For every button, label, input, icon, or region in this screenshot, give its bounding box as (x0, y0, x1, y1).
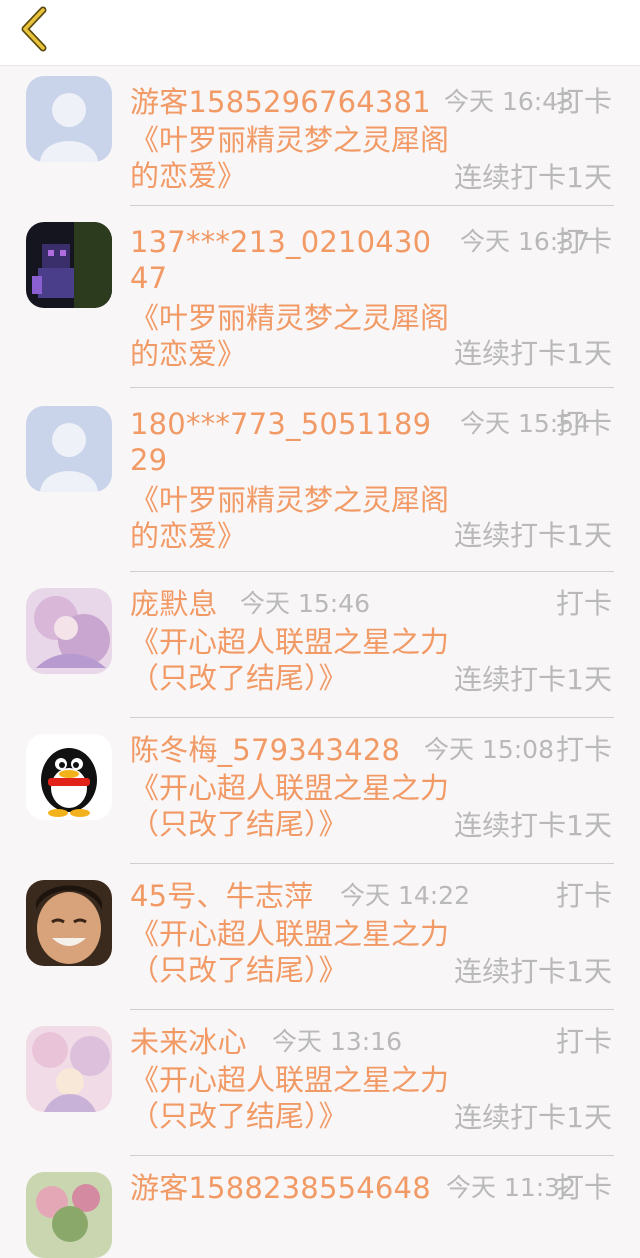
top-bar (0, 0, 640, 66)
checkin-label[interactable]: 打卡 (556, 1024, 612, 1060)
checkin-label[interactable]: 打卡 (556, 84, 612, 120)
streak-label: 连续打卡1天 (454, 663, 612, 696)
anime-girl-avatar[interactable] (26, 588, 112, 674)
checkin-label[interactable]: 打卡 (556, 732, 612, 768)
flower-avatar[interactable] (26, 1172, 112, 1258)
checkin-label[interactable]: 打卡 (556, 406, 612, 442)
list-item-content: 游客1588238554648 今天 11:32 打卡 (130, 1170, 614, 1236)
book-title[interactable]: 《叶罗丽精灵梦之灵犀阁的恋爱》 (130, 482, 450, 554)
checkin-label[interactable]: 打卡 (556, 224, 612, 260)
streak-label: 连续打卡1天 (454, 519, 612, 552)
user-name[interactable]: 45号、牛志萍 (130, 878, 313, 914)
user-name[interactable]: 180***773_505118929 (130, 406, 442, 478)
checkin-time: 今天 15:46 (240, 589, 370, 618)
book-title[interactable]: 《叶罗丽精灵梦之灵犀阁的恋爱》 (130, 122, 450, 194)
checkin-label[interactable]: 打卡 (556, 878, 612, 914)
back-button[interactable] (14, 6, 54, 52)
checkin-time: 今天 13:16 (272, 1027, 402, 1056)
checkin-label[interactable]: 打卡 (556, 1170, 612, 1206)
user-name[interactable]: 陈冬梅_579343428 (130, 732, 400, 768)
list-item[interactable]: 游客1585296764381 今天 16:43 打卡 《叶罗丽精灵梦之灵犀阁的… (0, 66, 640, 206)
user-name[interactable]: 游客1585296764381 (130, 84, 442, 120)
book-title[interactable]: 《开心超人联盟之星之力（只改了结尾）》 (130, 624, 450, 696)
list-item[interactable]: 137***213_021043047 今天 16:37 打卡 《叶罗丽精灵梦之… (0, 206, 640, 388)
list-item-content: 陈冬梅_579343428 今天 15:08 打卡 《开心超人联盟之星之力（只改… (130, 732, 614, 864)
checkin-time: 今天 16:43 (444, 87, 574, 116)
checkin-label[interactable]: 打卡 (556, 586, 612, 622)
streak-label: 连续打卡1天 (454, 161, 612, 194)
default-avatar[interactable] (26, 406, 112, 492)
list-item-content: 庞默息 今天 15:46 打卡 《开心超人联盟之星之力（只改了结尾）》 连续打卡… (130, 586, 614, 718)
list-item[interactable]: 45号、牛志萍 今天 14:22 打卡 《开心超人联盟之星之力（只改了结尾）》 … (0, 864, 640, 1010)
list-item-content: 137***213_021043047 今天 16:37 打卡 《叶罗丽精灵梦之… (130, 224, 614, 388)
user-name[interactable]: 游客1588238554648 (130, 1170, 431, 1206)
list-item[interactable]: 陈冬梅_579343428 今天 15:08 打卡 《开心超人联盟之星之力（只改… (0, 718, 640, 864)
pink-anime-avatar[interactable] (26, 1026, 112, 1112)
list-item[interactable]: 180***773_505118929 今天 15:54 打卡 《叶罗丽精灵梦之… (0, 388, 640, 572)
user-name[interactable]: 未来冰心 (130, 1024, 247, 1060)
book-title[interactable]: 《叶罗丽精灵梦之灵犀阁的恋爱》 (130, 300, 450, 372)
checkin-time: 今天 15:08 (424, 735, 554, 764)
book-title[interactable]: 《开心超人联盟之星之力（只改了结尾）》 (130, 770, 450, 842)
streak-label: 连续打卡1天 (454, 337, 612, 370)
list-item[interactable]: 游客1588238554648 今天 11:32 打卡 (0, 1156, 640, 1258)
game-character-avatar[interactable] (26, 222, 112, 308)
list-item[interactable]: 庞默息 今天 15:46 打卡 《开心超人联盟之星之力（只改了结尾）》 连续打卡… (0, 572, 640, 718)
list-item-content: 45号、牛志萍 今天 14:22 打卡 《开心超人联盟之星之力（只改了结尾）》 … (130, 878, 614, 1010)
checkin-list[interactable]: 游客1585296764381 今天 16:43 打卡 《叶罗丽精灵梦之灵犀阁的… (0, 66, 640, 1258)
book-title[interactable]: 《开心超人联盟之星之力（只改了结尾）》 (130, 1062, 450, 1134)
list-item-content: 游客1585296764381 今天 16:43 打卡 《叶罗丽精灵梦之灵犀阁的… (130, 84, 614, 206)
smiling-face-avatar[interactable] (26, 880, 112, 966)
penguin-avatar[interactable] (26, 734, 112, 820)
list-item-content: 未来冰心 今天 13:16 打卡 《开心超人联盟之星之力（只改了结尾）》 连续打… (130, 1024, 614, 1156)
streak-label: 连续打卡1天 (454, 955, 612, 988)
book-title[interactable]: 《开心超人联盟之星之力（只改了结尾）》 (130, 916, 450, 988)
chevron-left-icon (21, 6, 47, 52)
user-name[interactable]: 庞默息 (130, 586, 218, 622)
streak-label: 连续打卡1天 (454, 1101, 612, 1134)
list-item-content: 180***773_505118929 今天 15:54 打卡 《叶罗丽精灵梦之… (130, 406, 614, 572)
user-name[interactable]: 137***213_021043047 (130, 224, 442, 296)
list-item[interactable]: 未来冰心 今天 13:16 打卡 《开心超人联盟之星之力（只改了结尾）》 连续打… (0, 1010, 640, 1156)
streak-label: 连续打卡1天 (454, 809, 612, 842)
default-avatar[interactable] (26, 76, 112, 162)
checkin-time: 今天 14:22 (340, 881, 470, 910)
